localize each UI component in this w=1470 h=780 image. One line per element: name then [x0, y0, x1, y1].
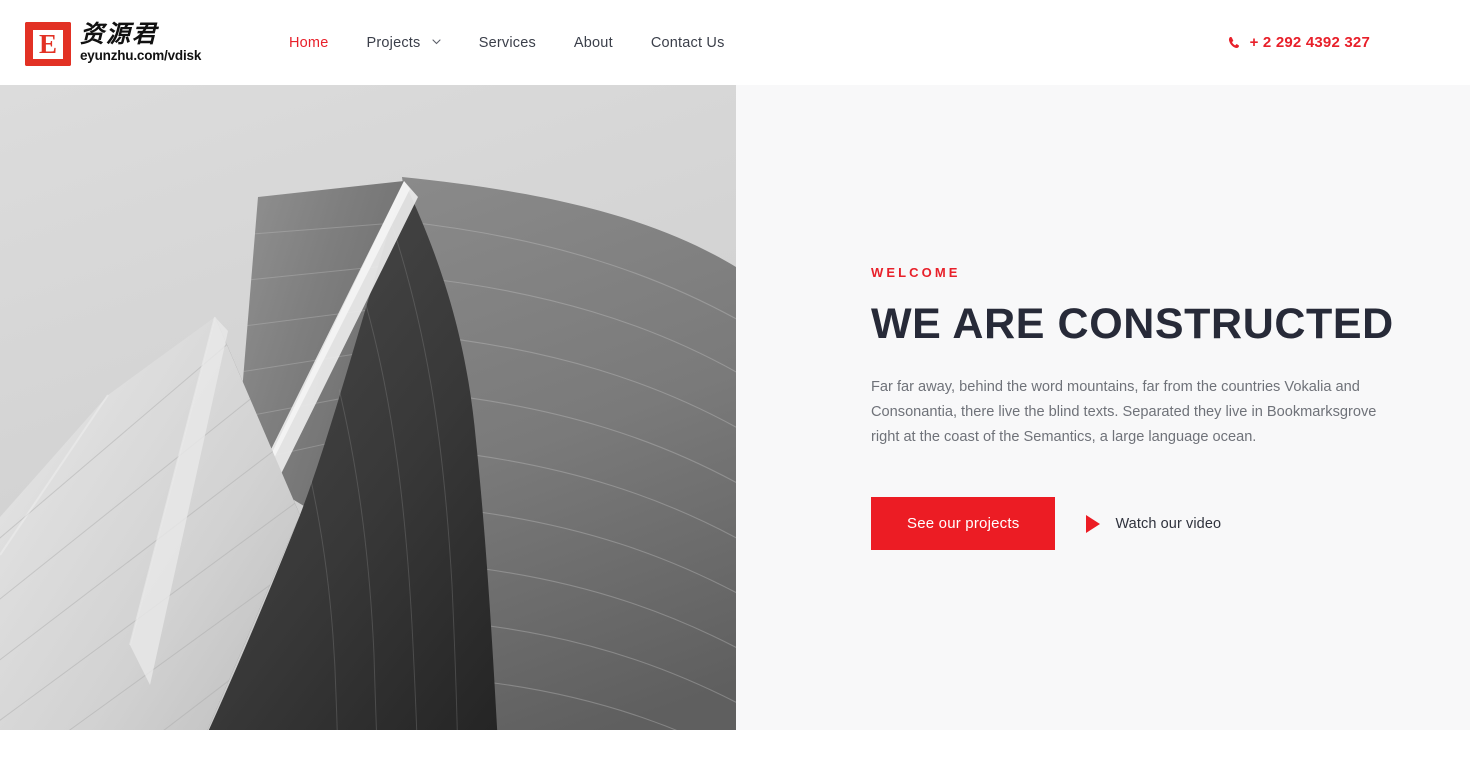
nav-item-projects[interactable]: Projects [347, 25, 459, 61]
site-header: d. E 资源君 eyunzhu.com/vdisk Home Projects [0, 0, 1470, 85]
nav-item-about-label: About [573, 34, 613, 51]
nav-item-services-label: Services [478, 34, 536, 51]
hero-actions: See our projects Watch our video [871, 497, 1411, 551]
header-phone-link[interactable]: + 2 292 4392 327 [1228, 34, 1370, 51]
logo-chinese-name: 资源君 [80, 20, 158, 48]
watch-our-video-link[interactable]: Watch our video [1086, 514, 1222, 533]
hero-section: WELCOME WE ARE CONSTRUCTED Far far away,… [0, 85, 1470, 780]
logo-badge-letter: E [33, 29, 63, 59]
hero-image [0, 85, 736, 780]
play-icon [1086, 514, 1101, 533]
phone-icon [1228, 36, 1241, 49]
nav-item-services[interactable]: Services [460, 25, 555, 61]
nav-item-home-label: Home [289, 34, 329, 51]
hero-eyebrow: WELCOME [871, 264, 961, 280]
nav-item-about[interactable]: About [555, 25, 632, 61]
see-our-projects-button[interactable]: See our projects [871, 497, 1056, 551]
page-root: d. E 资源君 eyunzhu.com/vdisk Home Projects [0, 0, 1470, 780]
page-below-fold [0, 730, 1470, 780]
e-logo-icon: E [25, 22, 71, 66]
page-title: WE ARE CONSTRUCTED [871, 299, 1394, 348]
overlay-logo-text: 资源君 eyunzhu.com/vdisk [80, 20, 202, 64]
watch-video-label: Watch our video [1115, 515, 1222, 532]
hero-description: Far far away, behind the word mountains,… [871, 378, 1377, 446]
main-navigation: Home Projects Services About Contact Us [270, 25, 744, 61]
nav-item-home[interactable]: Home [270, 25, 347, 61]
brand-zone: d. E 资源君 eyunzhu.com/vdisk [0, 0, 265, 85]
nav-item-contact-us-label: Contact Us [650, 34, 725, 51]
architecture-illustration [0, 85, 736, 780]
chevron-down-icon [432, 38, 441, 45]
hero-copy: WELCOME WE ARE CONSTRUCTED Far far away,… [871, 85, 1411, 730]
phone-number: + 2 292 4392 327 [1249, 34, 1370, 51]
overlay-watermark-logo[interactable]: E 资源君 eyunzhu.com/vdisk [25, 20, 208, 66]
nav-item-contact-us[interactable]: Contact Us [632, 25, 744, 61]
logo-url: eyunzhu.com/vdisk [80, 48, 202, 64]
nav-item-projects-label: Projects [366, 34, 421, 51]
